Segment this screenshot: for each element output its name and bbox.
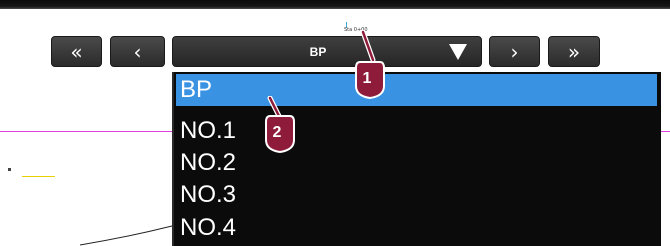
chevron-right-icon: › xyxy=(510,39,519,64)
alignment-line-right xyxy=(660,131,670,132)
callout-badge-2: 2 xyxy=(262,112,298,154)
drawing-mark xyxy=(8,168,11,171)
station-dropdown[interactable]: BP xyxy=(172,36,482,67)
list-item[interactable]: NO.3 xyxy=(176,179,657,211)
next-station-button[interactable]: › xyxy=(489,36,540,67)
callout-number-1: 1 xyxy=(362,70,372,87)
list-item[interactable]: NO.2 xyxy=(176,147,657,179)
double-chevron-left-icon: « xyxy=(70,39,83,64)
station-list: BP NO.1 NO.2 NO.3 NO.4 xyxy=(172,72,661,246)
alignment-line xyxy=(0,131,172,132)
list-item[interactable]: BP xyxy=(176,74,657,106)
drawing-line-yellow xyxy=(22,176,55,177)
station-dropdown-value: BP xyxy=(309,44,327,59)
double-chevron-right-icon: » xyxy=(567,39,581,64)
first-station-button[interactable]: « xyxy=(51,36,102,67)
previous-station-button[interactable]: ‹ xyxy=(110,36,165,67)
top-toolbar-strip xyxy=(0,0,670,9)
last-station-button[interactable]: » xyxy=(548,36,600,67)
list-item[interactable]: NO.1 xyxy=(176,115,657,147)
list-item[interactable]: NO.4 xyxy=(176,212,657,244)
drawing-curve xyxy=(80,224,180,246)
station-viewer: Sta 0+00 « ‹ BP › » BP NO.1 NO.2 NO.3 NO… xyxy=(0,0,670,246)
chevron-left-icon: ‹ xyxy=(133,39,142,64)
callout-number-2: 2 xyxy=(272,124,282,141)
caret-down-icon xyxy=(449,44,467,60)
callout-badge-1: 1 xyxy=(352,58,388,100)
